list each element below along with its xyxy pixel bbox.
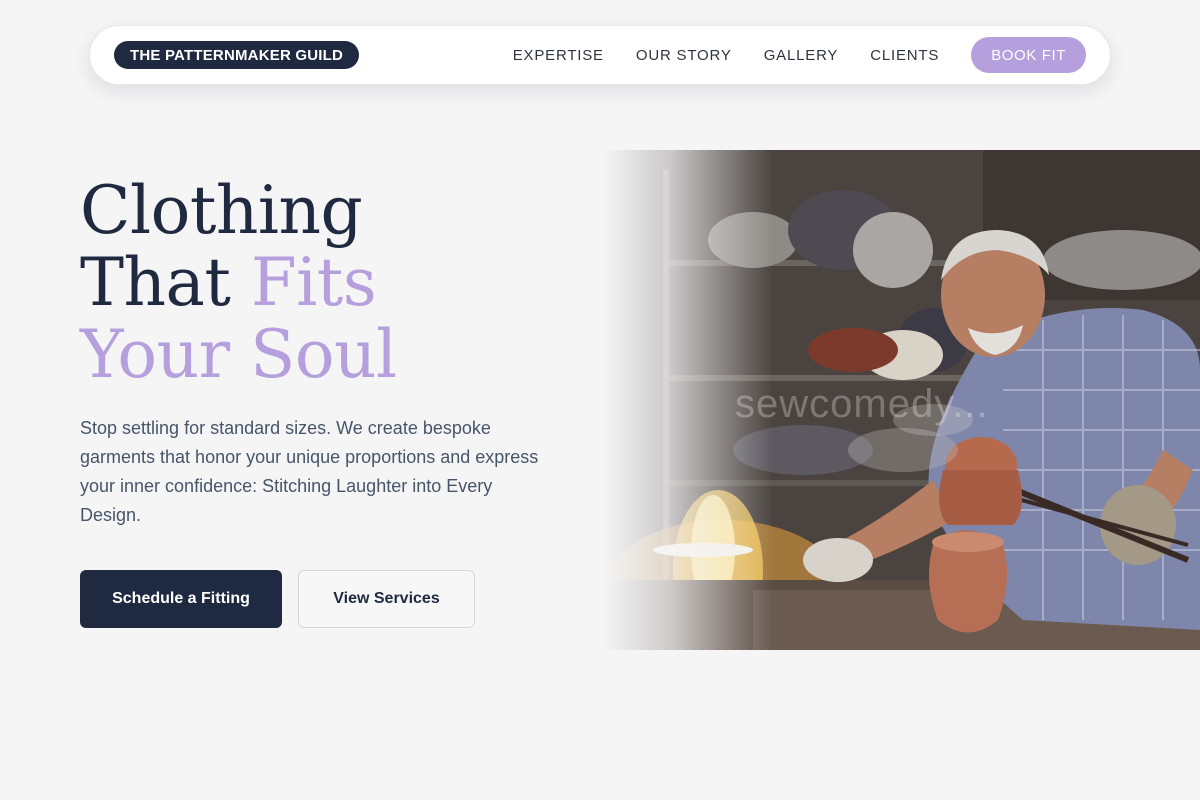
hero-description: Stop settling for standard sizes. We cre…	[80, 418, 539, 525]
nav-link-clients[interactable]: CLIENTS	[870, 47, 939, 64]
hero-title-line-2: That Fits	[80, 247, 580, 319]
nav-link-gallery[interactable]: GALLERY	[764, 47, 839, 64]
brand-logo[interactable]: THE PATTERNMAKER GUILD	[114, 41, 360, 69]
nav-link-our-story[interactable]: OUR STORY	[636, 47, 732, 64]
hero-title-line-2-accent: Fits	[250, 244, 377, 321]
hero-title-line-2-dark: That	[80, 244, 251, 321]
book-fit-button[interactable]: BOOK FIT	[971, 37, 1086, 73]
hero-title: Clothing That Fits Your Soul	[80, 175, 580, 391]
hero-image: sewcomedy...	[603, 150, 1200, 650]
nav-link-expertise[interactable]: EXPERTISE	[513, 47, 604, 64]
image-watermark: sewcomedy...	[735, 382, 989, 426]
view-services-button[interactable]: View Services	[298, 570, 475, 628]
schedule-fitting-button[interactable]: Schedule a Fitting	[80, 570, 282, 628]
hero-title-line-1: Clothing	[80, 172, 363, 249]
top-navbar: THE PATTERNMAKER GUILD EXPERTISE OUR STO…	[89, 25, 1111, 85]
nav-links: EXPERTISE OUR STORY GALLERY CLIENTS	[513, 47, 939, 64]
hero-title-line-3: Your Soul	[80, 316, 397, 393]
